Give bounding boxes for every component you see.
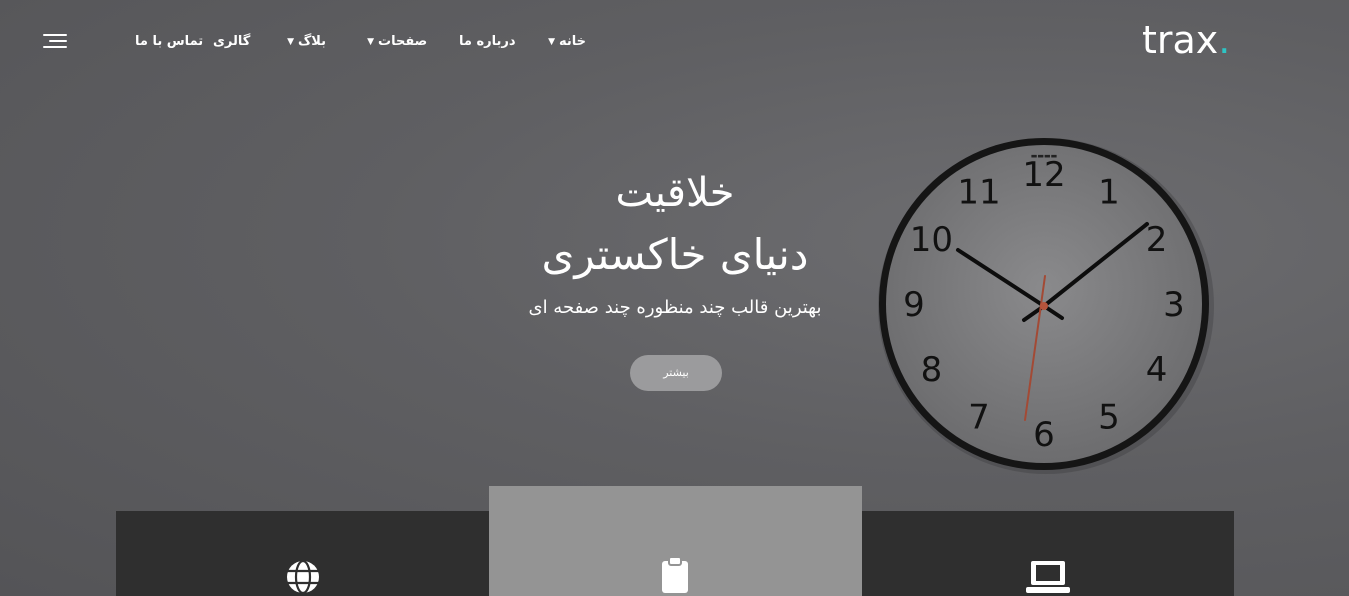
nav-item-contact[interactable]: تماس با ما: [135, 32, 203, 52]
hamburger-menu-icon[interactable]: [41, 33, 67, 51]
hero-title-line2: دنیای خاکستری: [541, 230, 809, 279]
logo[interactable]: trax.: [1142, 16, 1242, 64]
nav-item-pages[interactable]: صفحات ▼: [364, 32, 427, 52]
clock-number: 3: [1163, 285, 1185, 325]
clock-number: 4: [1146, 350, 1168, 390]
clock-number: 2: [1146, 220, 1168, 260]
nav-item-home-label: خانه: [559, 34, 587, 49]
hero-subtitle: بهترین قالب چند منظوره چند صفحه ای: [528, 297, 822, 318]
nav-item-gallery[interactable]: گالری: [213, 32, 250, 52]
globe-icon: [287, 559, 319, 595]
feature-box-2[interactable]: [489, 486, 862, 596]
clock-number: 7: [968, 398, 990, 438]
nav-item-about[interactable]: درباره ما: [459, 32, 516, 52]
nav-item-pages-label: صفحات: [378, 34, 428, 49]
more-button[interactable]: بیشتر: [630, 355, 722, 391]
feature-box-1[interactable]: [116, 511, 489, 596]
chevron-down-icon: ▼: [287, 37, 294, 47]
feature-box-3[interactable]: [862, 511, 1234, 596]
laptop-icon: [1026, 561, 1070, 593]
clock-number: 12: [1022, 155, 1065, 195]
nav-item-about-label: درباره ما: [459, 34, 516, 49]
logo-text: trax: [1142, 18, 1219, 62]
chevron-down-icon: ▼: [367, 37, 374, 47]
nav-item-home[interactable]: خانه ▼: [545, 32, 586, 52]
clock-number: 8: [921, 350, 943, 390]
nav-item-contact-label: تماس با ما: [135, 34, 204, 49]
nav-item-blog-label: بلاگ: [298, 34, 327, 49]
nav-item-gallery-label: گالری: [213, 34, 251, 49]
hero-title-line1: خلاقیت: [615, 170, 735, 216]
chevron-down-icon: ▼: [548, 37, 555, 47]
clipboard-icon: [662, 556, 688, 593]
clock-number: 1: [1098, 172, 1120, 212]
clock-number: 5: [1098, 398, 1120, 438]
clock-number: 6: [1033, 415, 1055, 455]
nav-item-blog[interactable]: بلاگ ▼: [284, 32, 326, 52]
logo-dot: .: [1218, 18, 1231, 62]
clock-number: 11: [957, 172, 1000, 212]
